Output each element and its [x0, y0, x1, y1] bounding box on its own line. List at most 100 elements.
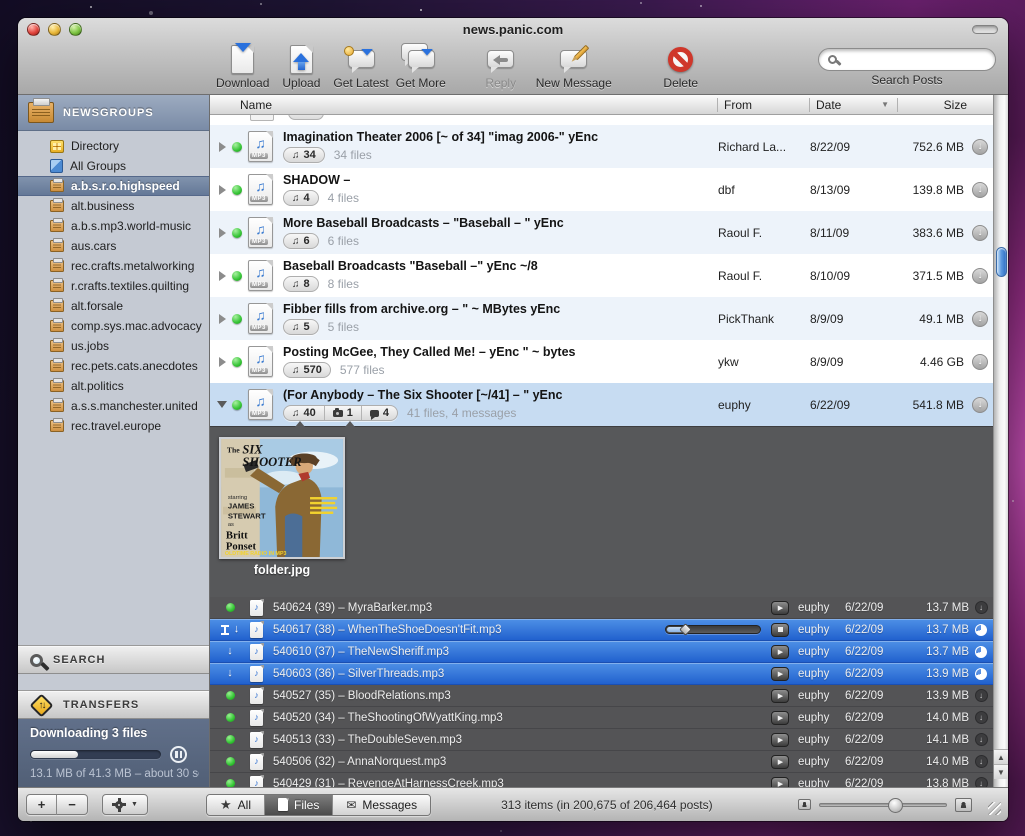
disclosure-triangle-icon[interactable] [214, 357, 230, 367]
play-button[interactable]: ▶ [771, 667, 789, 681]
download-circle-button[interactable]: ↓ [972, 268, 988, 284]
filter-files-tab[interactable]: Files [264, 795, 332, 815]
stop-button[interactable] [771, 623, 789, 637]
title-bar[interactable]: news.panic.com [18, 18, 1008, 40]
remove-group-button[interactable]: − [57, 794, 88, 815]
file-date: 6/22/09 [845, 734, 911, 746]
file-row-playing[interactable]: ↓ 540617 (38) – WhenTheShoeDoesn'tFit.mp… [210, 619, 993, 641]
play-button[interactable]: ▶ [771, 755, 789, 769]
disclosure-triangle-icon[interactable] [214, 314, 230, 324]
download-circle-button[interactable]: ↓ [972, 225, 988, 241]
action-menu-button[interactable]: ▼ [102, 794, 148, 815]
image-attachment[interactable]: The SIX SHOOTER starring JAMES STEWART a… [219, 437, 345, 577]
pause-button[interactable] [170, 746, 187, 763]
table-row[interactable]: ♫MP3 Baseball Broadcasts "Baseball –" yE… [210, 254, 993, 297]
filter-messages-tab[interactable]: ✉Messages [332, 795, 430, 815]
file-row-downloading[interactable]: ↓ 540610 (37) – TheNewSheriff.mp3 ▶ euph… [210, 641, 993, 663]
play-button[interactable]: ▶ [771, 777, 789, 788]
disclosure-triangle-open-icon[interactable] [214, 401, 230, 408]
get-more-button[interactable]: Get More [395, 42, 447, 90]
sidebar-item-group[interactable]: alt.forsale [18, 296, 209, 316]
table-row[interactable]: ♫MP3 Imagination Theater 2006 [~ of 34] … [210, 125, 993, 168]
disclosure-triangle-icon[interactable] [214, 271, 230, 281]
sidebar-item-group-selected[interactable]: a.b.s.r.o.highspeed [18, 176, 209, 196]
disclosure-triangle-icon[interactable] [214, 185, 230, 195]
add-group-button[interactable]: + [26, 794, 57, 815]
scroll-up-button[interactable]: ▲ [994, 749, 1008, 764]
play-button[interactable]: ▶ [771, 711, 789, 725]
play-button[interactable]: ▶ [771, 601, 789, 615]
download-status-icon[interactable]: ↓ [975, 601, 988, 614]
sidebar-item-group[interactable]: r.crafts.textiles.quilting [18, 276, 209, 296]
file-row-downloading[interactable]: ↓ 540603 (36) – SilverThreads.mp3 ▶ euph… [210, 663, 993, 685]
column-header-size[interactable]: Size [897, 98, 993, 112]
column-header-name[interactable]: Name [210, 98, 717, 112]
file-row[interactable]: 540624 (39) – MyraBarker.mp3 ▶ euphy 6/2… [210, 597, 993, 619]
file-date: 6/22/09 [845, 646, 911, 658]
search-section-header[interactable]: SEARCH [18, 646, 209, 674]
get-latest-button[interactable]: Get Latest [333, 42, 388, 90]
sidebar-item-group[interactable]: alt.business [18, 196, 209, 216]
download-circle-button[interactable]: ↓ [972, 311, 988, 327]
search-input[interactable] [818, 48, 996, 71]
file-row[interactable]: 540520 (34) – TheShootingOfWyattKing.mp3… [210, 707, 993, 729]
file-row[interactable]: 540506 (32) – AnnaNorquest.mp3 ▶ euphy 6… [210, 751, 993, 773]
scroll-down-button[interactable]: ▼ [994, 764, 1008, 779]
playback-seek-slider[interactable] [665, 625, 761, 634]
scrollbar-thumb[interactable] [996, 247, 1007, 277]
play-button[interactable]: ▶ [771, 689, 789, 703]
play-button[interactable]: ▶ [771, 645, 789, 659]
column-header-date[interactable]: Date▼ [809, 98, 897, 112]
file-row[interactable]: 540513 (33) – TheDoubleSeven.mp3 ▶ euphy… [210, 729, 993, 751]
file-row[interactable]: 540527 (35) – BloodRelations.mp3 ▶ euphy… [210, 685, 993, 707]
sidebar-item-group[interactable]: comp.sys.mac.advocacy [18, 316, 209, 336]
download-button[interactable]: Download [216, 42, 269, 90]
download-circle-button[interactable]: ↓ [972, 139, 988, 155]
from-cell: Raoul F. [712, 226, 804, 240]
download-circle-button[interactable]: ↓ [972, 354, 988, 370]
from-cell: Raoul F. [712, 269, 804, 283]
newsgroups-section-header[interactable]: NEWSGROUPS [18, 95, 209, 131]
resize-grip[interactable] [988, 802, 1001, 815]
download-status-icon[interactable]: ↓ [975, 711, 988, 724]
table-row[interactable]: ♫MP3 Fibber fills from archive.org – " ~… [210, 297, 993, 340]
sidebar-item-group[interactable]: a.s.s.manchester.united [18, 396, 209, 416]
download-circle-button[interactable]: ↓ [972, 182, 988, 198]
sidebar-item-group[interactable]: rec.crafts.metalworking [18, 256, 209, 276]
sidebar-item-group[interactable]: aus.cars [18, 236, 209, 256]
download-status-icon[interactable]: ↓ [975, 733, 988, 746]
sidebar-item-group[interactable]: rec.travel.europe [18, 416, 209, 436]
vertical-scrollbar[interactable]: ▲ ▼ [993, 95, 1008, 787]
size-slider[interactable] [819, 803, 947, 807]
sidebar-item-directory[interactable]: Directory [18, 136, 209, 156]
disclosure-triangle-icon[interactable] [214, 142, 230, 152]
download-status-icon[interactable]: ↓ [975, 689, 988, 702]
table-row[interactable]: ♫MP3 SHADOW – ♫44 files dbf 8/13/09 139.… [210, 168, 993, 211]
table-row-selected[interactable]: ♫MP3 (For Anybody – The Six Shooter [~/4… [210, 383, 993, 426]
table-row[interactable]: ♫MP3 Posting McGee, They Called Me! – yE… [210, 340, 993, 383]
toolbar-toggle-button[interactable] [972, 25, 998, 34]
sidebar-item-all-groups[interactable]: All Groups [18, 156, 209, 176]
reply-button[interactable]: Reply [475, 42, 527, 90]
file-row[interactable]: 540429 (31) – RevengeAtHarnessCreek.mp3 … [210, 773, 993, 787]
complete-dot-icon [226, 691, 235, 700]
upload-button[interactable]: Upload [275, 42, 327, 90]
download-status-icon[interactable]: ↓ [975, 777, 988, 787]
size-slider-thumb[interactable] [888, 798, 903, 813]
download-status-icon[interactable]: ↓ [975, 755, 988, 768]
download-circle-button[interactable]: ↓ [972, 397, 988, 413]
table-row-partial[interactable] [210, 115, 993, 125]
sidebar-item-group[interactable]: rec.pets.cats.anecdotes [18, 356, 209, 376]
transfers-section-header[interactable]: ↑↓ TRANSFERS [18, 691, 209, 719]
play-button[interactable]: ▶ [771, 733, 789, 747]
sidebar-item-group[interactable]: alt.politics [18, 376, 209, 396]
new-message-button[interactable]: New Message [533, 42, 615, 90]
sidebar-item-group[interactable]: us.jobs [18, 336, 209, 356]
table-row[interactable]: ♫MP3 More Baseball Broadcasts – "Basebal… [210, 211, 993, 254]
delete-button[interactable]: Delete [655, 42, 707, 90]
seek-thumb[interactable] [679, 623, 692, 636]
disclosure-triangle-icon[interactable] [214, 228, 230, 238]
column-header-from[interactable]: From [717, 98, 809, 112]
filter-all-tab[interactable]: ★All [207, 795, 264, 815]
sidebar-item-group[interactable]: a.b.s.mp3.world-music [18, 216, 209, 236]
